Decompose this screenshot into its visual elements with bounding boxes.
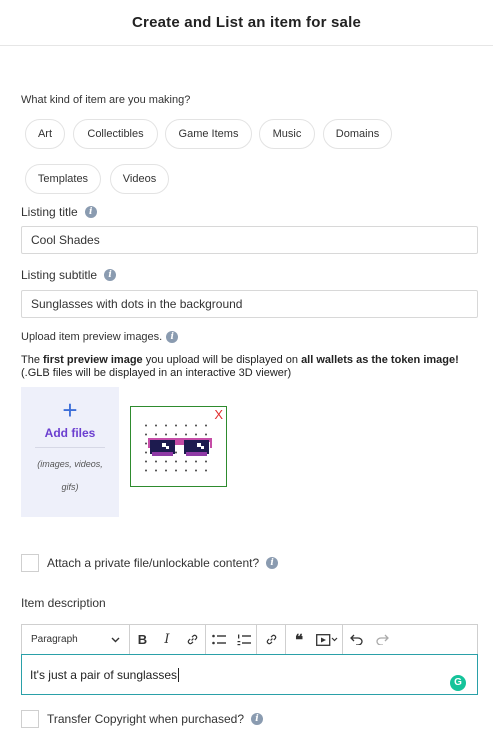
info-icon[interactable]: i <box>104 269 117 281</box>
add-files-hint: (images, videos, gifs) <box>37 459 103 492</box>
upload-label: Upload item preview images. i <box>21 331 179 343</box>
bullet-list-button[interactable] <box>206 625 232 655</box>
insert-link-button[interactable] <box>257 625 285 655</box>
grammarly-icon[interactable]: G <box>450 675 466 691</box>
listing-subtitle-label: Listing subtitle i <box>21 268 117 282</box>
redo-button[interactable] <box>369 625 395 655</box>
listing-subtitle-input[interactable]: Sunglasses with dots in the background <box>21 290 478 318</box>
chevron-down-icon <box>111 637 120 642</box>
note-bold-first-preview: first preview image <box>43 354 143 366</box>
page-header: Create and List an item for sale <box>0 0 493 46</box>
text-caret <box>178 667 180 682</box>
private-file-label: Attach a private file/unlockable content… <box>47 556 260 570</box>
undo-icon <box>349 634 363 645</box>
media-embed-icon <box>316 633 338 646</box>
listing-title-input[interactable]: Cool Shades <box>21 226 478 254</box>
upload-label-text: Upload item preview images. <box>21 331 163 343</box>
item-type-music[interactable]: Music <box>259 119 315 149</box>
link-icon <box>266 634 276 645</box>
add-files-button[interactable]: + Add files (images, videos, gifs) <box>21 387 119 517</box>
item-type-game-items[interactable]: Game Items <box>165 119 252 149</box>
italic-button[interactable]: I <box>155 625 179 655</box>
bold-button[interactable]: B <box>130 625 155 655</box>
info-icon[interactable]: i <box>266 557 279 569</box>
description-label: Item description <box>21 596 106 610</box>
link-icon <box>187 634 197 645</box>
upload-note-line1: The first preview image you upload will … <box>21 354 459 367</box>
description-editor: Paragraph B I ❝ It's just a pair of sung… <box>21 624 478 695</box>
description-text: It's just a pair of sunglasses <box>30 667 178 682</box>
remove-image-button[interactable]: X <box>214 408 223 421</box>
bullet-list-icon <box>212 634 226 644</box>
editor-toolbar: Paragraph B I ❝ <box>21 624 478 655</box>
listing-subtitle-label-text: Listing subtitle <box>21 268 98 282</box>
info-icon[interactable]: i <box>84 206 97 218</box>
listing-title-label-text: Listing title <box>21 205 78 219</box>
format-select[interactable]: Paragraph <box>22 624 130 655</box>
description-textarea[interactable]: It's just a pair of sunglasses G <box>21 654 478 695</box>
redo-icon <box>375 634 389 645</box>
numbered-list-button[interactable] <box>232 625 256 655</box>
note-text: The <box>21 354 44 366</box>
item-type-templates[interactable]: Templates <box>25 164 101 194</box>
sunglasses-image <box>148 438 212 456</box>
note-text: you upload will be displayed on <box>142 354 302 366</box>
numbered-list-icon <box>237 634 251 645</box>
private-file-row: Attach a private file/unlockable content… <box>21 554 279 572</box>
listing-title-label: Listing title i <box>21 205 97 219</box>
item-type-videos[interactable]: Videos <box>110 164 169 194</box>
upload-note-line2: (.GLB files will be displayed in an inte… <box>21 367 292 379</box>
info-icon[interactable]: i <box>251 713 263 725</box>
preview-thumbnail[interactable]: X <box>130 406 227 487</box>
plus-icon: + <box>62 395 78 425</box>
info-icon[interactable]: i <box>166 331 179 343</box>
item-type-art[interactable]: Art <box>25 119 65 149</box>
item-type-question: What kind of item are you making? <box>21 94 191 106</box>
link-button[interactable] <box>179 625 205 655</box>
private-file-checkbox[interactable] <box>21 554 39 572</box>
copyright-checkbox[interactable] <box>21 710 39 728</box>
upload-note: The first preview image you upload will … <box>21 354 459 380</box>
format-select-value: Paragraph <box>31 634 78 645</box>
copyright-row: Transfer Copyright when purchased? i <box>21 710 263 728</box>
media-embed-button[interactable] <box>312 625 342 655</box>
item-type-domains[interactable]: Domains <box>323 119 392 149</box>
copyright-label: Transfer Copyright when purchased? <box>47 712 244 726</box>
page-title: Create and List an item for sale <box>132 14 361 31</box>
note-bold-token-image: all wallets as the token image! <box>301 354 459 366</box>
blockquote-button[interactable]: ❝ <box>286 625 312 655</box>
item-type-collectibles[interactable]: Collectibles <box>73 119 158 149</box>
add-files-label: Add files <box>44 426 96 440</box>
divider <box>35 447 105 448</box>
undo-button[interactable] <box>343 625 369 655</box>
